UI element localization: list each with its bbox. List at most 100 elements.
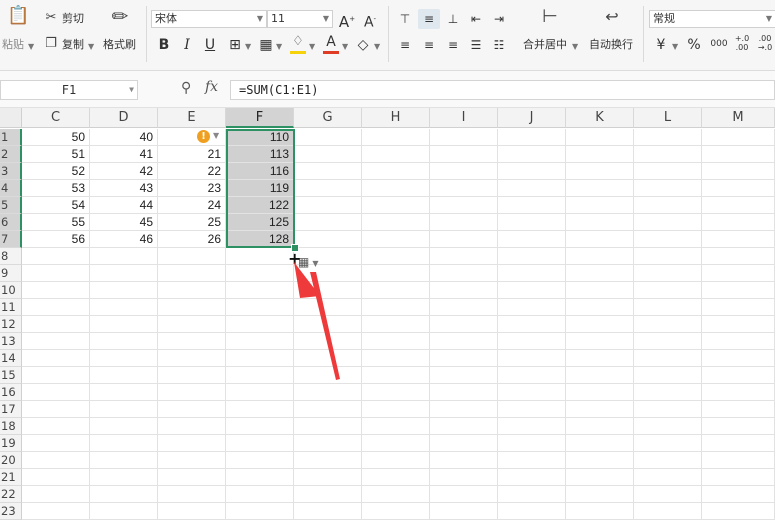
cell-h20[interactable]: [362, 452, 430, 469]
copy-dropdown-icon[interactable]: ▼: [88, 40, 94, 54]
column-header-i[interactable]: I: [430, 108, 498, 128]
cell-f20[interactable]: [226, 452, 294, 469]
cell-i9[interactable]: [430, 265, 498, 282]
align-right-icon[interactable]: ≡: [443, 35, 463, 55]
cell-m19[interactable]: [702, 435, 775, 452]
cell-f19[interactable]: [226, 435, 294, 452]
cell-g4[interactable]: [294, 180, 362, 197]
cell-d3[interactable]: 42: [90, 163, 158, 180]
cell-m7[interactable]: [702, 231, 775, 248]
cell-e10[interactable]: [158, 282, 226, 299]
cell-m4[interactable]: [702, 180, 775, 197]
cell-k20[interactable]: [566, 452, 634, 469]
cell-j18[interactable]: [498, 418, 566, 435]
cell-d14[interactable]: [90, 350, 158, 367]
column-header-k[interactable]: K: [566, 108, 634, 128]
cell-c12[interactable]: [22, 316, 90, 333]
row-header-12[interactable]: 12: [0, 316, 22, 333]
cell-l13[interactable]: [634, 333, 702, 350]
cell-d19[interactable]: [90, 435, 158, 452]
cell-i19[interactable]: [430, 435, 498, 452]
thousands-separator-button[interactable]: 000: [708, 34, 730, 54]
cell-j6[interactable]: [498, 214, 566, 231]
cell-d22[interactable]: [90, 486, 158, 503]
cell-i17[interactable]: [430, 401, 498, 418]
cell-l7[interactable]: [634, 231, 702, 248]
cell-f5[interactable]: 122: [226, 197, 294, 214]
formula-input[interactable]: =SUM(C1:E1): [230, 80, 775, 100]
cell-g3[interactable]: [294, 163, 362, 180]
cell-h16[interactable]: [362, 384, 430, 401]
cell-i10[interactable]: [430, 282, 498, 299]
increase-indent-icon[interactable]: ⇥: [489, 9, 509, 29]
cell-h18[interactable]: [362, 418, 430, 435]
row-header-15[interactable]: 15: [0, 367, 22, 384]
borders-icon[interactable]: ⊞: [226, 35, 244, 55]
cell-k8[interactable]: [566, 248, 634, 265]
cell-f12[interactable]: [226, 316, 294, 333]
cell-j22[interactable]: [498, 486, 566, 503]
row-header-14[interactable]: 14: [0, 350, 22, 367]
cell-e14[interactable]: [158, 350, 226, 367]
cell-d12[interactable]: [90, 316, 158, 333]
cell-e7[interactable]: 26: [158, 231, 226, 248]
cell-j19[interactable]: [498, 435, 566, 452]
cell-k16[interactable]: [566, 384, 634, 401]
row-header-23[interactable]: 23: [0, 503, 22, 520]
name-box[interactable]: F1 ▼: [0, 80, 138, 100]
cell-c8[interactable]: [22, 248, 90, 265]
cell-c19[interactable]: [22, 435, 90, 452]
cell-e3[interactable]: 22: [158, 163, 226, 180]
fill-color-dropdown-icon[interactable]: ▼: [309, 40, 315, 54]
cell-g20[interactable]: [294, 452, 362, 469]
cell-g7[interactable]: [294, 231, 362, 248]
paste-button[interactable]: 粘贴: [2, 38, 24, 52]
cell-l18[interactable]: [634, 418, 702, 435]
cell-g5[interactable]: [294, 197, 362, 214]
cell-j11[interactable]: [498, 299, 566, 316]
clear-format-icon[interactable]: ◇: [354, 35, 372, 55]
borders-dropdown-icon[interactable]: ▼: [245, 40, 251, 54]
cell-j12[interactable]: [498, 316, 566, 333]
cell-h7[interactable]: [362, 231, 430, 248]
cell-l12[interactable]: [634, 316, 702, 333]
cell-f18[interactable]: [226, 418, 294, 435]
cell-i20[interactable]: [430, 452, 498, 469]
cell-m11[interactable]: [702, 299, 775, 316]
cell-l3[interactable]: [634, 163, 702, 180]
cell-j10[interactable]: [498, 282, 566, 299]
cell-style-icon[interactable]: ▦: [257, 35, 275, 55]
cell-g2[interactable]: [294, 146, 362, 163]
cell-k18[interactable]: [566, 418, 634, 435]
cell-l15[interactable]: [634, 367, 702, 384]
cell-d13[interactable]: [90, 333, 158, 350]
justify-icon[interactable]: ☰: [466, 35, 486, 55]
cell-g19[interactable]: [294, 435, 362, 452]
align-center-icon[interactable]: ≡: [419, 35, 439, 55]
cell-l4[interactable]: [634, 180, 702, 197]
cell-c11[interactable]: [22, 299, 90, 316]
cell-f15[interactable]: [226, 367, 294, 384]
cell-h4[interactable]: [362, 180, 430, 197]
cell-h3[interactable]: [362, 163, 430, 180]
cell-l1[interactable]: [634, 129, 702, 146]
zoom-search-icon[interactable]: ⚲: [181, 80, 191, 96]
merge-center-icon[interactable]: ⊢: [538, 8, 562, 26]
align-middle-icon[interactable]: ≡: [418, 9, 440, 29]
cell-l2[interactable]: [634, 146, 702, 163]
cell-k17[interactable]: [566, 401, 634, 418]
cell-m10[interactable]: [702, 282, 775, 299]
row-header-11[interactable]: 11: [0, 299, 22, 316]
cell-j7[interactable]: [498, 231, 566, 248]
cell-c5[interactable]: 54: [22, 197, 90, 214]
paste-dropdown-icon[interactable]: ▼: [28, 40, 34, 54]
cell-h9[interactable]: [362, 265, 430, 282]
cell-f7[interactable]: 128: [226, 231, 294, 248]
cell-f6[interactable]: 125: [226, 214, 294, 231]
cell-f4[interactable]: 119: [226, 180, 294, 197]
cell-i1[interactable]: [430, 129, 498, 146]
cell-f21[interactable]: [226, 469, 294, 486]
cell-i18[interactable]: [430, 418, 498, 435]
row-header-13[interactable]: 13: [0, 333, 22, 350]
cell-h21[interactable]: [362, 469, 430, 486]
